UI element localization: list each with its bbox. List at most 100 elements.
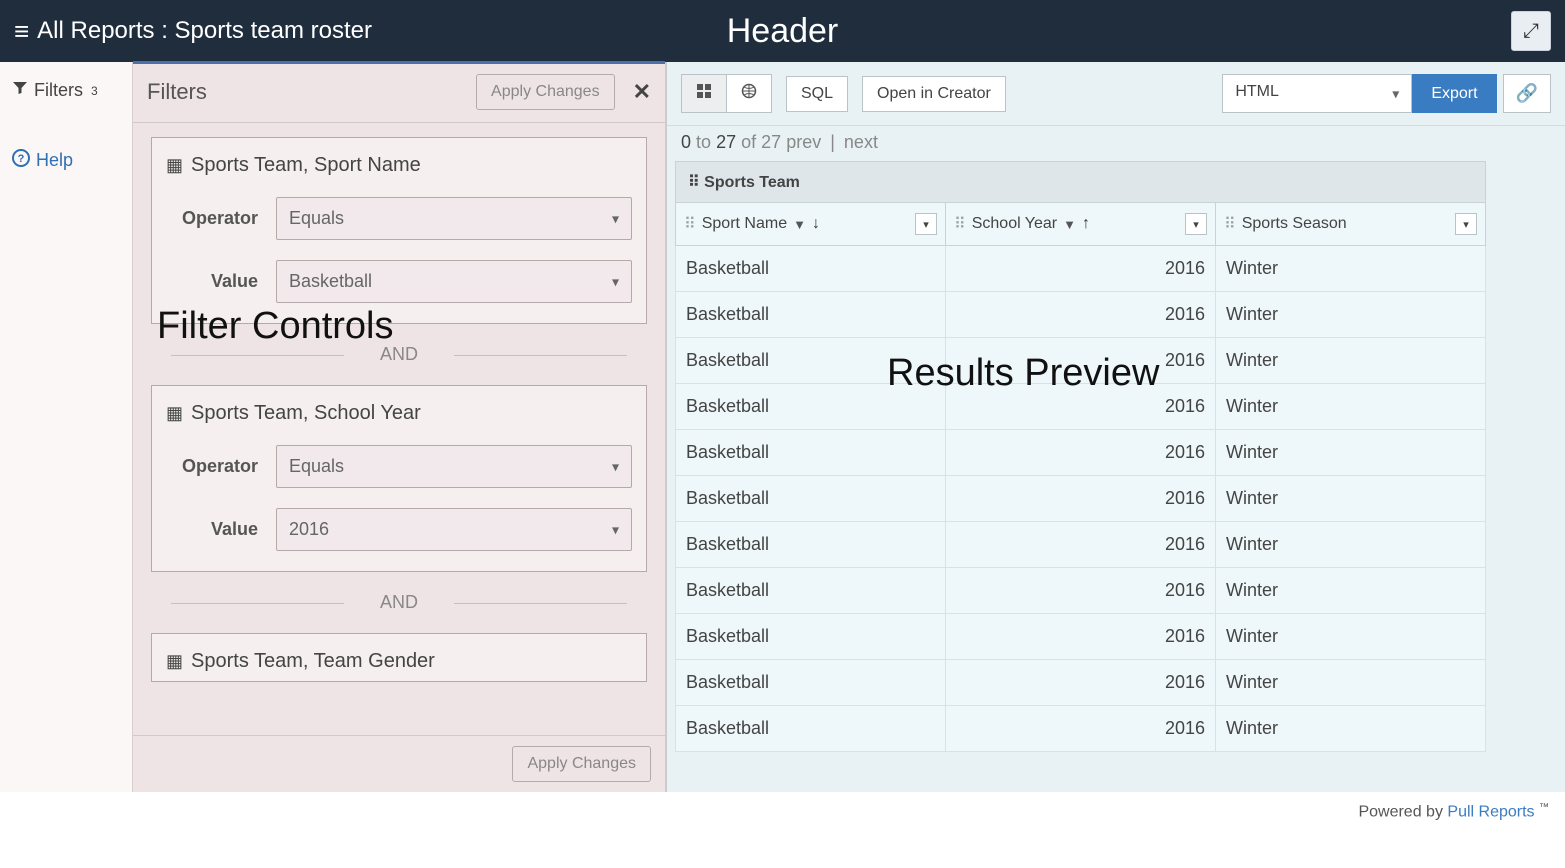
cell-season: Winter xyxy=(1216,430,1486,476)
table-group-header: ⠿ Sports Team xyxy=(676,162,1486,203)
cell-year: 2016 xyxy=(946,706,1216,752)
permalink-icon[interactable]: 🔗 xyxy=(1503,74,1551,113)
table-row[interactable]: Basketball2016Winter xyxy=(676,660,1486,706)
table-row[interactable]: Basketball2016Winter xyxy=(676,614,1486,660)
filter-card-team-gender: ▦ Sports Team, Team Gender xyxy=(151,633,647,682)
cell-year: 2016 xyxy=(946,568,1216,614)
table-row[interactable]: Basketball2016Winter xyxy=(676,522,1486,568)
sql-button[interactable]: SQL xyxy=(786,76,848,112)
table-icon: ▦ xyxy=(166,155,183,176)
and-separator: AND xyxy=(151,592,647,613)
drag-handle-icon[interactable]: ⠿ xyxy=(688,174,700,191)
operator-select[interactable]: Equals xyxy=(276,445,632,488)
apply-changes-bottom-button[interactable]: Apply Changes xyxy=(512,746,651,782)
filter-card-title-text: Sports Team, School Year xyxy=(191,402,421,425)
cell-year: 2016 xyxy=(946,292,1216,338)
filter-indicator-icon: ▼ xyxy=(793,217,806,232)
table-row[interactable]: Basketball2016Winter xyxy=(676,292,1486,338)
grid-view-icon[interactable] xyxy=(681,74,727,113)
table-column-header[interactable]: ⠿School Year ▼ ↑▾ xyxy=(946,203,1216,246)
cell-sport: Basketball xyxy=(676,522,946,568)
table-row[interactable]: Basketball2016Winter xyxy=(676,338,1486,384)
filter-panel-foot: Apply Changes xyxy=(133,735,665,792)
nav-help[interactable]: ? Help xyxy=(0,143,132,178)
value-select[interactable]: 2016 xyxy=(276,508,632,551)
value-label: Value xyxy=(166,519,258,540)
export-button[interactable]: Export xyxy=(1412,74,1496,113)
cell-season: Winter xyxy=(1216,706,1486,752)
pager-total: 27 xyxy=(761,132,781,152)
close-icon[interactable]: ✕ xyxy=(633,79,651,105)
pager-next[interactable]: next xyxy=(844,132,878,152)
table-icon: ▦ xyxy=(166,403,183,424)
footer-link[interactable]: Pull Reports xyxy=(1447,803,1534,820)
cell-year: 2016 xyxy=(946,338,1216,384)
operator-label: Operator xyxy=(166,208,258,229)
cell-year: 2016 xyxy=(946,522,1216,568)
cell-sport: Basketball xyxy=(676,568,946,614)
filter-card-title: ▦ Sports Team, School Year xyxy=(166,402,632,425)
table-column-header[interactable]: ⠿Sport Name ▼ ↓▾ xyxy=(676,203,946,246)
table-row[interactable]: Basketball2016Winter xyxy=(676,476,1486,522)
drag-handle-icon[interactable]: ⠿ xyxy=(684,214,696,234)
column-menu-icon[interactable]: ▾ xyxy=(915,213,937,235)
table-column-headers: ⠿Sport Name ▼ ↓▾⠿School Year ▼ ↑▾⠿Sports… xyxy=(676,203,1486,246)
value-select[interactable]: Basketball xyxy=(276,260,632,303)
cell-sport: Basketball xyxy=(676,338,946,384)
filter-panel: Filters Apply Changes ✕ Filter Controls … xyxy=(133,62,667,792)
cell-season: Winter xyxy=(1216,660,1486,706)
filter-card-sport-name: ▦ Sports Team, Sport Name Operator Equal… xyxy=(151,137,647,324)
collapse-icon[interactable]: ⤢ xyxy=(1511,11,1551,51)
drag-handle-icon[interactable]: ⠿ xyxy=(954,214,966,234)
pager-to-word: to xyxy=(696,132,711,152)
cell-season: Winter xyxy=(1216,384,1486,430)
cell-sport: Basketball xyxy=(676,246,946,292)
operator-label: Operator xyxy=(166,456,258,477)
menu-icon[interactable]: ≡ xyxy=(14,18,29,44)
help-icon: ? xyxy=(12,149,30,172)
pager-sep: | xyxy=(830,132,835,152)
pager-prev[interactable]: prev xyxy=(786,132,821,152)
results-table: ⠿ Sports Team ⠿Sport Name ▼ ↓▾⠿School Ye… xyxy=(675,161,1486,752)
nav-filters-count: 3 xyxy=(91,84,98,98)
column-menu-icon[interactable]: ▾ xyxy=(1185,213,1207,235)
header-right: ⤢ xyxy=(1511,11,1551,51)
pager: 0 to 27 of 27 prev | next xyxy=(667,126,1565,161)
open-creator-button[interactable]: Open in Creator xyxy=(862,76,1006,112)
globe-view-icon[interactable] xyxy=(727,74,772,113)
results-table-wrap[interactable]: ⠿ Sports Team ⠿Sport Name ▼ ↓▾⠿School Ye… xyxy=(675,161,1557,792)
pager-of: of xyxy=(741,132,756,152)
table-column-header[interactable]: ⠿Sports Season▾ xyxy=(1216,203,1486,246)
drag-handle-icon[interactable]: ⠿ xyxy=(1224,214,1236,234)
filter-icon xyxy=(12,80,28,101)
filter-panel-title: Filters xyxy=(147,79,476,105)
table-group-header-text: Sports Team xyxy=(704,174,800,191)
operator-select[interactable]: Equals xyxy=(276,197,632,240)
nav-help-label: Help xyxy=(36,150,73,171)
export-format-select[interactable]: HTML xyxy=(1222,74,1412,113)
cell-sport: Basketball xyxy=(676,706,946,752)
nav-filters[interactable]: Filters 3 xyxy=(0,74,132,107)
table-row[interactable]: Basketball2016Winter xyxy=(676,384,1486,430)
cell-year: 2016 xyxy=(946,476,1216,522)
sort-indicator-icon: ↑ xyxy=(1082,215,1090,233)
table-row[interactable]: Basketball2016Winter xyxy=(676,568,1486,614)
table-row[interactable]: Basketball2016Winter xyxy=(676,246,1486,292)
filter-card-title-text: Sports Team, Sport Name xyxy=(191,154,421,177)
filter-panel-head: Filters Apply Changes ✕ xyxy=(133,62,665,123)
footer-tm: ™ xyxy=(1539,802,1549,813)
pager-from: 0 xyxy=(681,132,691,152)
filter-panel-body[interactable]: Filter Controls ▦ Sports Team, Sport Nam… xyxy=(133,123,665,735)
column-menu-icon[interactable]: ▾ xyxy=(1455,213,1477,235)
breadcrumb[interactable]: All Reports : Sports team roster xyxy=(37,17,372,45)
filter-indicator-icon: ▼ xyxy=(1063,217,1076,232)
cell-sport: Basketball xyxy=(676,292,946,338)
table-row[interactable]: Basketball2016Winter xyxy=(676,706,1486,752)
table-row[interactable]: Basketball2016Winter xyxy=(676,430,1486,476)
apply-changes-top-button[interactable]: Apply Changes xyxy=(476,74,615,110)
left-nav: Filters 3 ? Help xyxy=(0,62,133,792)
nav-filters-label: Filters xyxy=(34,80,83,101)
header-bar: ≡ All Reports : Sports team roster Heade… xyxy=(0,0,1565,62)
results-panel: SQL Open in Creator HTML Export 🔗 0 to 2… xyxy=(667,62,1565,792)
and-separator: AND xyxy=(151,344,647,365)
